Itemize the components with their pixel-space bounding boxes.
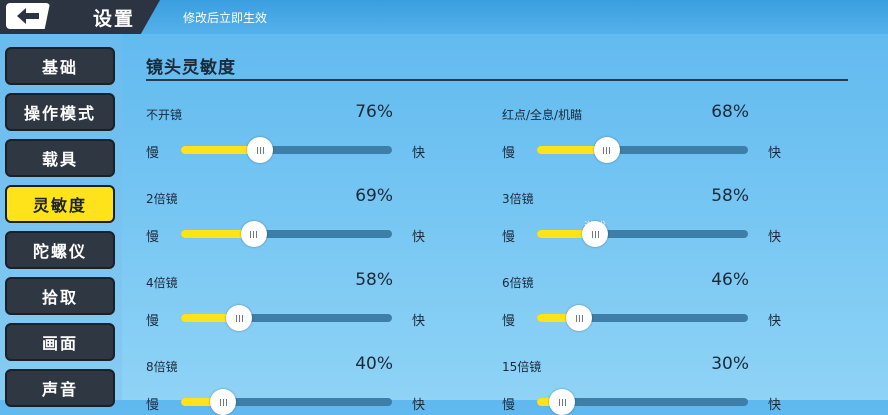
slider-percent: 76% (355, 102, 393, 122)
arrow-left-icon (17, 8, 39, 24)
slider-percent: 46% (711, 270, 749, 290)
slider-percent: 58% (355, 270, 393, 290)
grip-icon (603, 146, 611, 154)
slider-track[interactable] (181, 137, 392, 163)
slider-slow-label: 慢 (502, 146, 516, 161)
sidebar-item-gyroscope[interactable]: 陀螺仪 (5, 231, 115, 269)
slider-fast-label: 快 (768, 398, 782, 413)
slider-label: 2倍镜 (146, 192, 178, 206)
slider-track[interactable] (537, 137, 748, 163)
slider-percent: 30% (711, 354, 749, 374)
slider-slow-label: 慢 (502, 230, 516, 245)
slider-label: 红点/全息/机瞄 (502, 108, 583, 122)
sidebar-item-label: 基础 (41, 58, 78, 77)
sidebar-item-label: 灵敏度 (32, 196, 87, 215)
slider-thumb[interactable] (566, 305, 593, 331)
slider-percent: 40% (355, 354, 393, 374)
slider-percent: 68% (711, 102, 749, 122)
slider-thumb[interactable] (247, 137, 274, 163)
sidebar-item-label: 声音 (41, 380, 78, 399)
slider-label: 6倍镜 (502, 276, 534, 290)
slider-thumb[interactable] (240, 221, 267, 247)
slider-slow-label: 慢 (502, 398, 516, 413)
slider-label: 4倍镜 (146, 276, 178, 290)
slider-label: 8倍镜 (146, 360, 178, 374)
slider-fast-label: 快 (412, 398, 426, 413)
sidebar-item-sound[interactable]: 声音 (5, 369, 115, 407)
slider-slow-label: 慢 (146, 146, 160, 161)
slider-slow-label: 慢 (146, 314, 160, 329)
slider-label: 不开镜 (146, 108, 183, 122)
slider-slow-label: 慢 (146, 398, 160, 413)
slider-fast-label: 快 (768, 230, 782, 245)
section-divider (146, 79, 848, 81)
slider-fast-label: 快 (768, 314, 782, 329)
page-title: 设置 (93, 8, 136, 30)
sidebar: 基础 操作模式 载具 灵敏度 陀螺仪 拾取 画面 声音 (0, 34, 122, 407)
sidebar-item-label: 操作模式 (23, 104, 96, 123)
sidebar-item-pickup[interactable]: 拾取 (5, 277, 115, 315)
slider-fast-label: 快 (412, 314, 426, 329)
sidebar-item-basic[interactable]: 基础 (5, 47, 115, 85)
sidebar-item-label: 陀螺仪 (32, 242, 87, 261)
slider-thumb[interactable] (549, 389, 576, 415)
slider-track[interactable] (181, 305, 392, 331)
sidebar-item-sensitivity[interactable]: 灵敏度 (5, 185, 115, 223)
slider-fast-label: 快 (768, 146, 782, 161)
sidebar-item-label: 画面 (41, 334, 78, 353)
back-button[interactable] (6, 3, 50, 29)
slider-fast-label: 快 (412, 146, 426, 161)
slider-track[interactable] (181, 389, 392, 415)
slider-slow-label: 慢 (146, 230, 160, 245)
grip-icon (235, 314, 243, 322)
grip-icon (256, 146, 264, 154)
slider-track[interactable] (537, 389, 748, 415)
slider-track[interactable] (181, 221, 392, 247)
sidebar-item-vehicle[interactable]: 载具 (5, 139, 115, 177)
slider-thumb[interactable] (226, 305, 253, 331)
sidebar-item-control-mode[interactable]: 操作模式 (5, 93, 115, 131)
slider-label: 3倍镜 (502, 192, 534, 206)
slider-percent: 69% (355, 186, 393, 206)
page-subtitle: 修改后立即生效 (183, 11, 268, 25)
sidebar-item-label: 拾取 (41, 288, 78, 307)
section-title: 镜头灵敏度 (146, 58, 236, 78)
sidebar-item-graphics[interactable]: 画面 (5, 323, 115, 361)
slider-track[interactable] (537, 305, 748, 331)
slider-thumb[interactable] (210, 389, 237, 415)
grip-icon (250, 230, 258, 238)
slider-thumb[interactable] (593, 137, 620, 163)
slider-fast-label: 快 (412, 230, 426, 245)
slider-slow-label: 慢 (502, 314, 516, 329)
slider-track[interactable] (537, 221, 748, 247)
slider-label: 15倍镜 (502, 360, 542, 374)
slider-percent: 58% (711, 186, 749, 206)
sidebar-item-label: 载具 (41, 150, 78, 169)
grip-icon (575, 314, 583, 322)
watermark: 游戏 (584, 220, 606, 233)
